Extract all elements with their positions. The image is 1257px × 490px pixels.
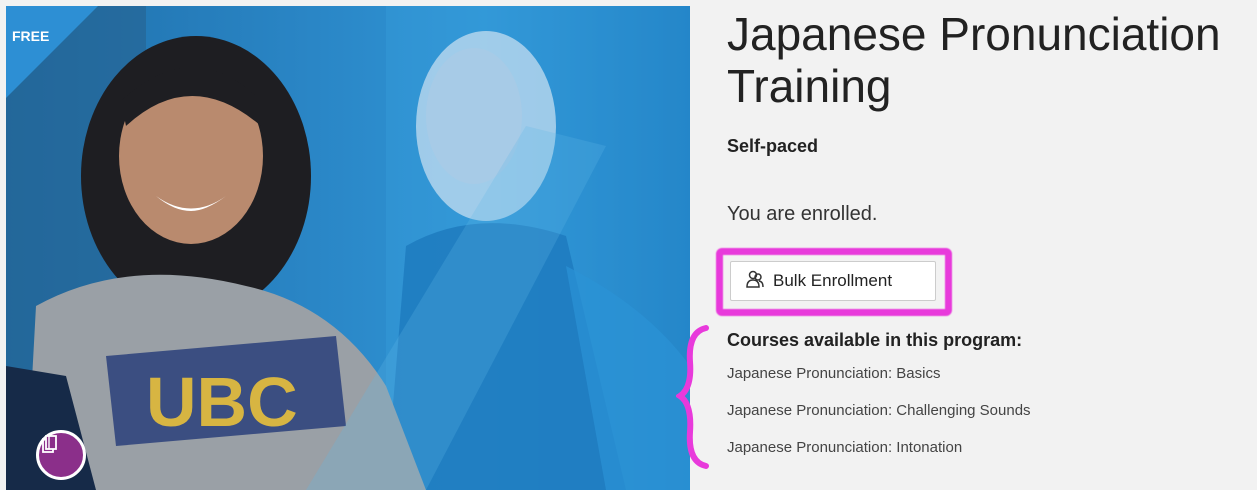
bulk-enrollment-label: Bulk Enrollment bbox=[773, 271, 893, 290]
course-link-intonation[interactable]: Japanese Pronunciation: Intonation bbox=[727, 437, 1031, 474]
bulk-enrollment-button[interactable]: Bulk Enrollment bbox=[730, 261, 936, 301]
enrollment-status: You are enrolled. bbox=[727, 203, 878, 225]
program-title: Japanese Pronunciation Training bbox=[727, 8, 1247, 112]
course-link-basics[interactable]: Japanese Pronunciation: Basics bbox=[727, 363, 1031, 400]
program-title-line2: Training bbox=[727, 60, 892, 112]
svg-text:UBC: UBC bbox=[146, 363, 298, 441]
courses-section: Courses available in this program: Japan… bbox=[727, 330, 1031, 474]
hero-illustration: UBC bbox=[6, 6, 690, 490]
users-icon bbox=[745, 269, 765, 294]
course-link-challenging-sounds[interactable]: Japanese Pronunciation: Challenging Soun… bbox=[727, 400, 1031, 437]
pace-label: Self-paced bbox=[727, 136, 819, 156]
program-type-badge bbox=[36, 430, 86, 480]
courses-heading: Courses available in this program: bbox=[727, 330, 1023, 350]
program-title-line1: Japanese Pronunciation bbox=[727, 8, 1221, 60]
free-ribbon bbox=[6, 6, 98, 98]
program-info: Japanese Pronunciation Training Self-pac… bbox=[727, 8, 1247, 226]
bulk-enrollment-highlight-area: Bulk Enrollment bbox=[716, 248, 956, 320]
program-hero-image: UBC FREE bbox=[6, 6, 690, 490]
highlight-brace bbox=[676, 325, 709, 469]
free-label: FREE bbox=[12, 28, 50, 44]
